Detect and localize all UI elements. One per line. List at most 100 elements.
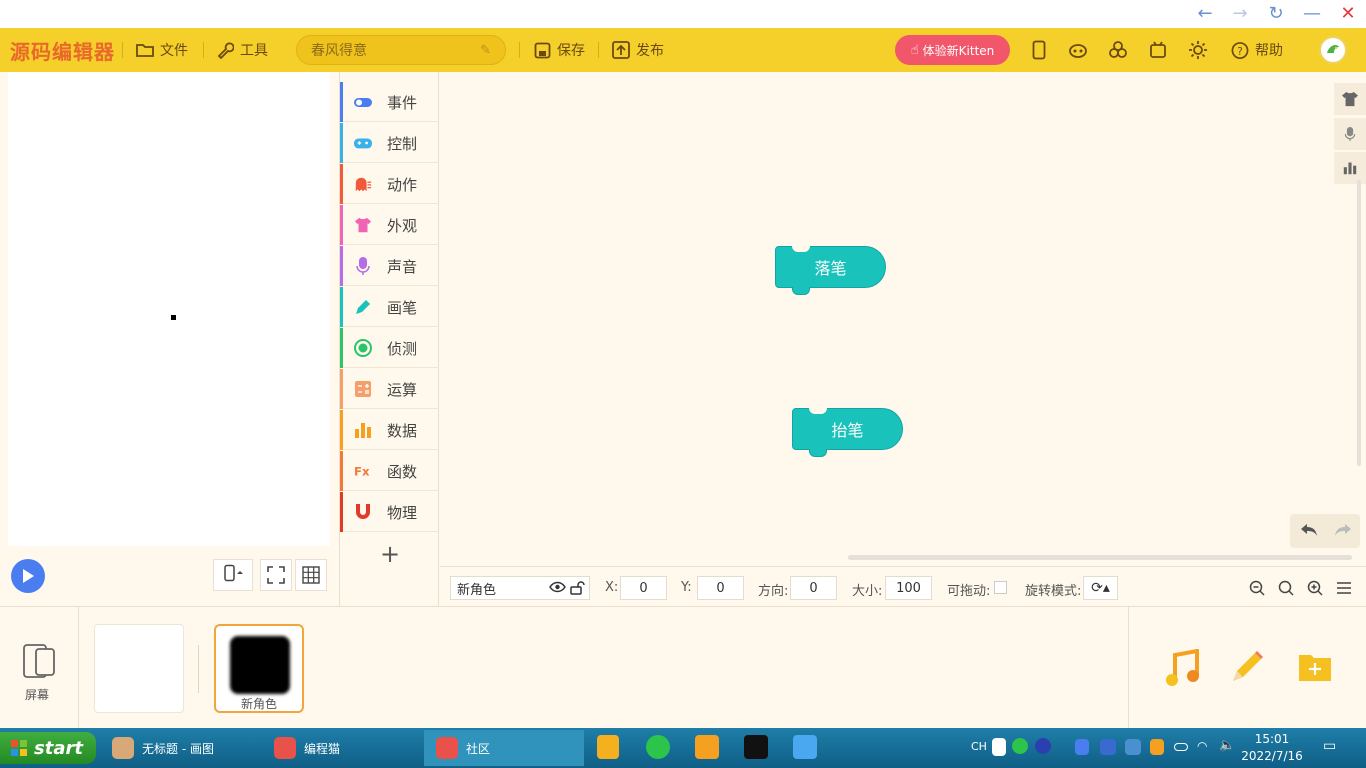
notes-icon[interactable] xyxy=(597,735,619,759)
direction-input[interactable]: 0 xyxy=(790,576,837,600)
sprite-card[interactable]: 新角色 xyxy=(214,624,304,713)
question-icon: ? xyxy=(1231,41,1249,59)
hamburger-menu-icon[interactable] xyxy=(1332,576,1356,600)
community-app-icon xyxy=(436,737,458,759)
help-button[interactable]: ? 帮助 xyxy=(1231,28,1283,72)
block-label: 抬笔 xyxy=(831,421,864,440)
file-menu[interactable]: 文件 xyxy=(136,28,188,72)
category-functions[interactable]: Fx 函数 xyxy=(340,451,439,491)
back-arrow-icon[interactable]: ← xyxy=(1193,2,1217,26)
help-tray-icon[interactable] xyxy=(1035,738,1051,754)
notification-icon[interactable]: ▭ xyxy=(1323,738,1336,754)
y-input[interactable]: 0 xyxy=(697,576,744,600)
user-avatar[interactable] xyxy=(1319,36,1347,64)
category-physics[interactable]: 物理 xyxy=(340,492,439,532)
save-button[interactable]: 保存 xyxy=(533,28,585,72)
workspace-vertical-scrollbar[interactable] xyxy=(1357,180,1361,466)
taskbar-item-codemao[interactable]: 编程猫 xyxy=(262,730,420,766)
project-name-input[interactable]: 春风得意 ✎ xyxy=(296,35,506,65)
category-events[interactable]: 事件 xyxy=(340,82,439,122)
shield-icon[interactable] xyxy=(1150,739,1164,755)
category-sensing[interactable]: 侦测 xyxy=(340,328,439,368)
screen-tab[interactable]: 屏幕 xyxy=(0,607,79,729)
extensions-icon[interactable] xyxy=(1108,40,1128,60)
x-input[interactable]: 0 xyxy=(620,576,667,600)
zoom-in-icon[interactable] xyxy=(1303,576,1327,600)
play-button[interactable] xyxy=(11,559,45,593)
pencil-icon[interactable]: ✎ xyxy=(480,43,491,58)
workspace-horizontal-scrollbar[interactable] xyxy=(848,555,1352,560)
minimize-icon[interactable]: — xyxy=(1300,2,1324,26)
settings-icon[interactable] xyxy=(1188,40,1208,60)
category-operators[interactable]: 运算 xyxy=(340,369,439,409)
category-color-bar xyxy=(340,82,343,122)
pen-down-block[interactable]: 落笔 xyxy=(775,246,886,295)
ime-indicator[interactable]: CH xyxy=(971,740,987,753)
zoom-reset-icon[interactable] xyxy=(1274,576,1298,600)
category-data[interactable]: 数据 xyxy=(340,410,439,450)
capcut-icon[interactable] xyxy=(744,735,768,759)
tools-menu[interactable]: 工具 xyxy=(216,28,268,72)
category-sound[interactable]: 声音 xyxy=(340,246,439,286)
toolbar-divider xyxy=(122,42,123,58)
category-color-bar xyxy=(340,164,343,204)
category-looks[interactable]: 外观 xyxy=(340,205,439,245)
costume-shirt-icon[interactable] xyxy=(1334,83,1366,115)
rotation-mode-select[interactable]: ⟳▴ xyxy=(1083,576,1118,600)
category-motion[interactable]: 动作 xyxy=(340,164,439,204)
robot-icon[interactable] xyxy=(1068,40,1088,60)
wechat-icon[interactable] xyxy=(646,735,670,759)
taskbar-item-community[interactable]: 社区 xyxy=(424,730,584,766)
save-icon xyxy=(533,41,551,59)
add-extension-button[interactable]: + xyxy=(380,540,400,568)
start-button[interactable]: start xyxy=(0,732,96,764)
publish-button[interactable]: 发布 xyxy=(612,28,664,72)
eye-icon[interactable] xyxy=(549,581,566,593)
tray-app-icon[interactable] xyxy=(1125,739,1141,755)
close-icon[interactable]: ✕ xyxy=(1336,2,1360,26)
phone-icon[interactable] xyxy=(1029,40,1049,60)
refresh-icon[interactable]: ↻ xyxy=(1264,2,1288,26)
code-workspace[interactable]: 落笔 抬笔 xyxy=(440,72,1366,566)
redo-icon[interactable] xyxy=(1333,520,1353,544)
undo-icon[interactable] xyxy=(1299,520,1319,544)
wifi-icon[interactable]: ◠ xyxy=(1197,739,1207,753)
variables-chart-icon[interactable] xyxy=(1334,152,1366,184)
upload-icon xyxy=(612,41,630,59)
x-label: X: xyxy=(605,580,619,595)
taskbar-item-paint[interactable]: 无标题 - 画图 xyxy=(100,730,258,766)
sound-microphone-icon[interactable] xyxy=(1334,118,1366,150)
grid-icon[interactable] xyxy=(295,559,327,591)
category-control[interactable]: 控制 xyxy=(340,123,439,163)
device-selector[interactable] xyxy=(213,559,253,591)
system-clock[interactable]: 15:01 2022/7/16 xyxy=(1240,731,1304,765)
add-folder-icon[interactable] xyxy=(1297,651,1333,683)
draggable-checkbox[interactable] xyxy=(994,581,1007,594)
sprite-name-field[interactable]: 新角色 xyxy=(450,576,590,600)
volume-icon[interactable]: 🔈 xyxy=(1219,738,1235,753)
unlock-icon[interactable] xyxy=(570,581,585,595)
forward-arrow-icon[interactable]: → xyxy=(1228,2,1252,26)
try-kitten-button[interactable]: ☝ 体验新Kitten xyxy=(895,35,1010,65)
sogou-icon[interactable] xyxy=(1012,738,1028,754)
background-card[interactable] xyxy=(94,624,184,713)
gift-icon[interactable] xyxy=(1148,40,1168,60)
calculator-icon xyxy=(355,381,371,397)
photos-icon[interactable] xyxy=(793,735,817,759)
stage-canvas[interactable] xyxy=(8,72,330,546)
tray-app-icon[interactable] xyxy=(1075,739,1089,755)
service-icon[interactable] xyxy=(1100,739,1116,755)
pdf-icon[interactable] xyxy=(992,738,1006,756)
sprite-on-stage[interactable] xyxy=(171,315,176,320)
battery-icon[interactable] xyxy=(1174,743,1188,751)
music-icon[interactable] xyxy=(1165,649,1201,687)
pen-up-block[interactable]: 抬笔 xyxy=(792,408,903,457)
ghost-icon xyxy=(355,177,372,192)
fullscreen-icon[interactable] xyxy=(260,559,292,591)
paint-pencil-icon[interactable] xyxy=(1227,649,1265,687)
file-menu-label: 文件 xyxy=(160,43,188,59)
size-input[interactable]: 100 xyxy=(885,576,932,600)
app-orange-icon[interactable] xyxy=(695,735,719,759)
zoom-out-icon[interactable] xyxy=(1245,576,1269,600)
category-pen[interactable]: 画笔 xyxy=(340,287,439,327)
